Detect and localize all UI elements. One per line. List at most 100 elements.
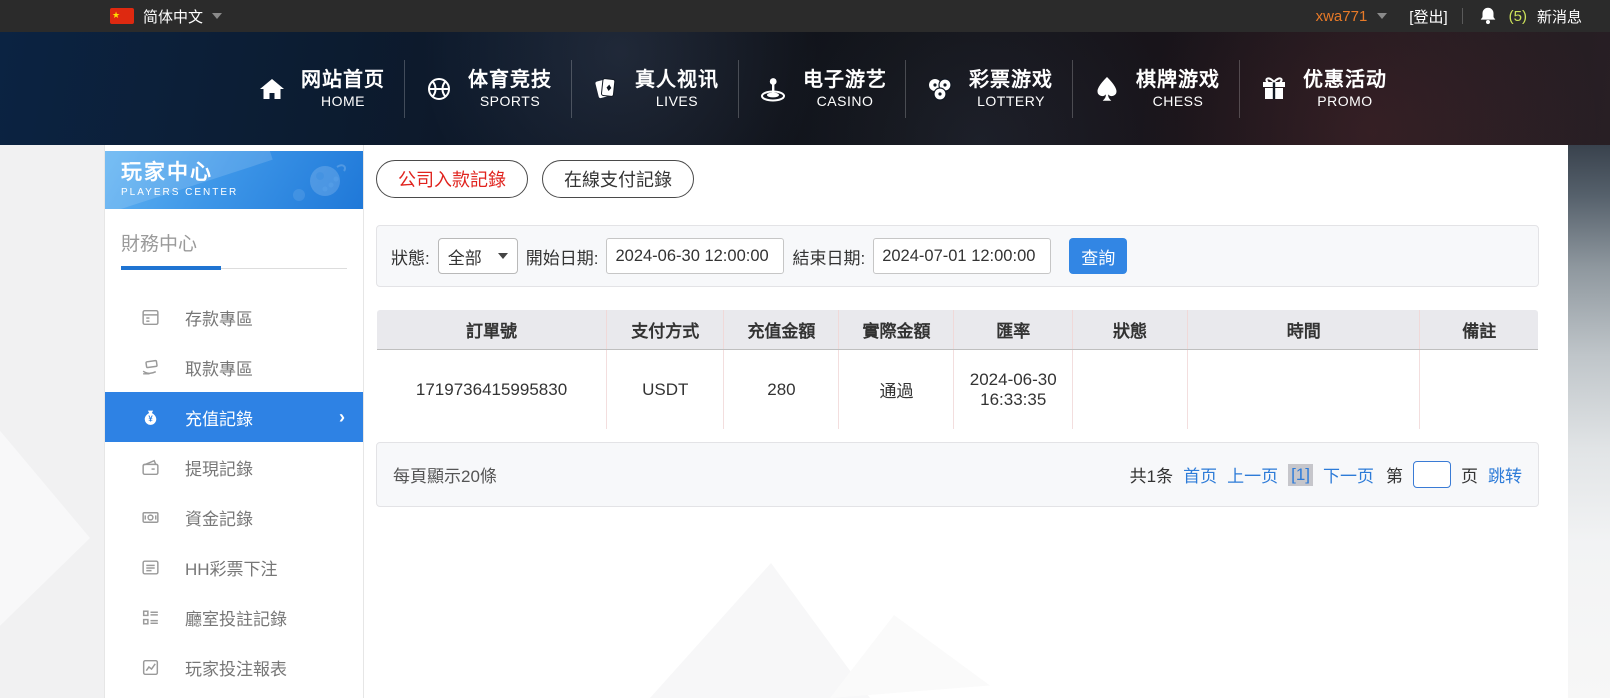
column-header: 匯率 — [954, 310, 1073, 350]
cell-status — [1073, 350, 1188, 430]
column-header: 狀態 — [1073, 310, 1188, 350]
nav-label-zh: 电子游艺 — [803, 68, 887, 92]
nav-item-home[interactable]: 网站首页 HOME — [238, 57, 404, 121]
divider — [1462, 8, 1463, 24]
nav-label-zh: 棋牌游戏 — [1136, 68, 1220, 92]
nav-label-en: LOTTERY — [969, 92, 1053, 110]
start-date-label: 開始日期: — [526, 244, 599, 269]
nav-item-lottery[interactable]: 彩票游戏 LOTTERY — [906, 57, 1072, 121]
cell-remark — [1420, 350, 1539, 430]
basketball-icon — [424, 74, 454, 104]
sidebar-item-player-bet-report[interactable]: 玩家投注報表 — [105, 642, 363, 692]
playing-cards-icon — [591, 74, 621, 104]
sidebar-item-hh-lottery-bets[interactable]: HH彩票下注 — [105, 542, 363, 592]
main-panel: 公司入款記錄 在線支付記錄 狀態: 全部 開始日期: 結束日期: 查詢 — [376, 160, 1539, 507]
nav-label-en: CHESS — [1136, 92, 1220, 110]
search-button[interactable]: 查詢 — [1069, 238, 1127, 274]
filter-bar: 狀態: 全部 開始日期: 結束日期: 查詢 — [376, 225, 1539, 287]
nav-item-lives[interactable]: 真人视讯 LIVES — [572, 57, 738, 121]
gift-icon — [1259, 74, 1289, 104]
joystick-icon — [757, 74, 789, 104]
sidebar-item-label: 取款專區 — [185, 355, 253, 380]
wallet-icon — [139, 457, 161, 478]
nav-label-zh: 优惠活动 — [1303, 68, 1387, 92]
sidebar-item-deposit[interactable]: 存款專區 — [105, 292, 363, 342]
nav-item-casino[interactable]: 电子游艺 CASINO — [739, 57, 905, 121]
nav-label-zh: 彩票游戏 — [969, 68, 1053, 92]
messages-link[interactable]: 新消息 — [1537, 6, 1582, 27]
players-center-header: 玩家中心 PLAYERS CENTER — [105, 151, 363, 209]
cell-order-number: 1719736415995830 — [377, 350, 607, 430]
chevron-down-icon[interactable] — [1377, 13, 1387, 19]
chevron-down-icon — [498, 253, 508, 259]
sidebar-menu: 存款專區 取款專區 ¥ 充值記錄 › — [105, 292, 363, 692]
sidebar-item-funds-records[interactable]: 資金記錄 — [105, 492, 363, 542]
content-area: 玩家中心 PLAYERS CENTER 財務中心 — [0, 145, 1610, 698]
spade-icon — [1092, 74, 1122, 104]
column-header: 訂單號 — [377, 310, 607, 350]
cell-actual-amount: 通過 — [839, 350, 954, 430]
next-page-link[interactable]: 下一页 — [1323, 462, 1374, 487]
username[interactable]: xwa771 — [1316, 8, 1368, 25]
left-background-strip — [0, 145, 104, 698]
right-background-strip — [1568, 145, 1610, 698]
topbar: ★ 简体中文 xwa771 [登出] (5) 新消息 — [0, 0, 1610, 32]
page-number-input[interactable] — [1413, 461, 1451, 488]
nav-item-chess[interactable]: 棋牌游戏 CHESS — [1073, 57, 1239, 121]
records-table: 訂單號 支付方式 充值金額 實際金額 匯率 狀態 時間 備註 171973641… — [376, 309, 1539, 430]
column-header: 實際金額 — [839, 310, 954, 350]
nav-label-en: CASINO — [803, 92, 887, 110]
cell-time — [1188, 350, 1420, 430]
start-date-input[interactable] — [606, 238, 784, 274]
page-suffix-label: 页 — [1461, 462, 1478, 487]
bell-icon[interactable] — [1477, 5, 1499, 27]
status-selected-value: 全部 — [448, 244, 482, 269]
china-flag-icon: ★ — [110, 8, 134, 24]
record-tabs: 公司入款記錄 在線支付記錄 — [376, 160, 1539, 198]
nav-label-en: LIVES — [635, 92, 719, 110]
cell-recharge-amount: 280 — [724, 350, 839, 430]
svg-text:¥: ¥ — [148, 414, 153, 423]
sidebar-item-withdraw-area[interactable]: 取款專區 — [105, 342, 363, 392]
table-row: 1719736415995830 USDT 280 通過 2024-06-30 … — [377, 350, 1539, 430]
chevron-down-icon — [212, 13, 222, 19]
section-underline — [121, 266, 347, 270]
table-header-row: 訂單號 支付方式 充值金額 實際金額 匯率 狀態 時間 備註 — [377, 310, 1539, 350]
list-card-icon — [139, 557, 161, 578]
finance-center-title: 財務中心 — [105, 209, 363, 266]
nav-item-sports[interactable]: 体育竞技 SPORTS — [405, 57, 571, 121]
tab-company-deposit-records[interactable]: 公司入款記錄 — [376, 160, 528, 198]
message-count: (5) — [1509, 8, 1527, 25]
prev-page-link[interactable]: 上一页 — [1227, 462, 1278, 487]
sidebar-item-recharge-records[interactable]: ¥ 充值記錄 › — [105, 392, 363, 442]
tab-online-payment-records[interactable]: 在線支付記錄 — [542, 160, 694, 198]
main-nav: 网站首页 HOME 体育竞技 SPORTS — [0, 32, 1610, 145]
money-bag-icon: ¥ — [139, 407, 161, 428]
sidebar-item-label: 充值記錄 — [185, 405, 253, 430]
nav-item-promo[interactable]: 优惠活动 PROMO — [1240, 57, 1406, 121]
column-header: 支付方式 — [607, 310, 724, 350]
banknote-icon — [139, 507, 161, 528]
column-header: 充值金額 — [724, 310, 839, 350]
sidebar-item-withdrawal-records[interactable]: 提現記錄 — [105, 442, 363, 492]
cell-exchange-rate: 2024-06-30 16:33:35 — [954, 350, 1073, 430]
jump-link[interactable]: 跳转 — [1488, 462, 1522, 487]
sidebar-item-hall-bet-records[interactable]: 廳室投註記錄 — [105, 592, 363, 642]
hand-money-icon — [139, 357, 161, 378]
players-center-title: 玩家中心 — [121, 160, 363, 186]
nav-label-en: SPORTS — [468, 92, 552, 110]
decorative-triangle — [650, 563, 870, 698]
per-page-label: 每頁顯示20條 — [393, 462, 497, 487]
report-chart-icon — [139, 657, 161, 678]
page: ★ 简体中文 xwa771 [登出] (5) 新消息 网站首页 HOME — [0, 0, 1610, 698]
first-page-link[interactable]: 首页 — [1183, 462, 1217, 487]
current-page-indicator: [1] — [1288, 464, 1313, 486]
language-selector[interactable]: ★ 简体中文 — [0, 6, 222, 27]
end-date-input[interactable] — [873, 238, 1051, 274]
status-label: 狀態: — [391, 244, 430, 269]
column-header: 備註 — [1420, 310, 1539, 350]
logout-link[interactable]: [登出] — [1409, 6, 1447, 27]
status-select[interactable]: 全部 — [438, 238, 518, 274]
deposit-machine-icon — [139, 307, 161, 328]
page-prefix-label: 第 — [1386, 462, 1403, 487]
